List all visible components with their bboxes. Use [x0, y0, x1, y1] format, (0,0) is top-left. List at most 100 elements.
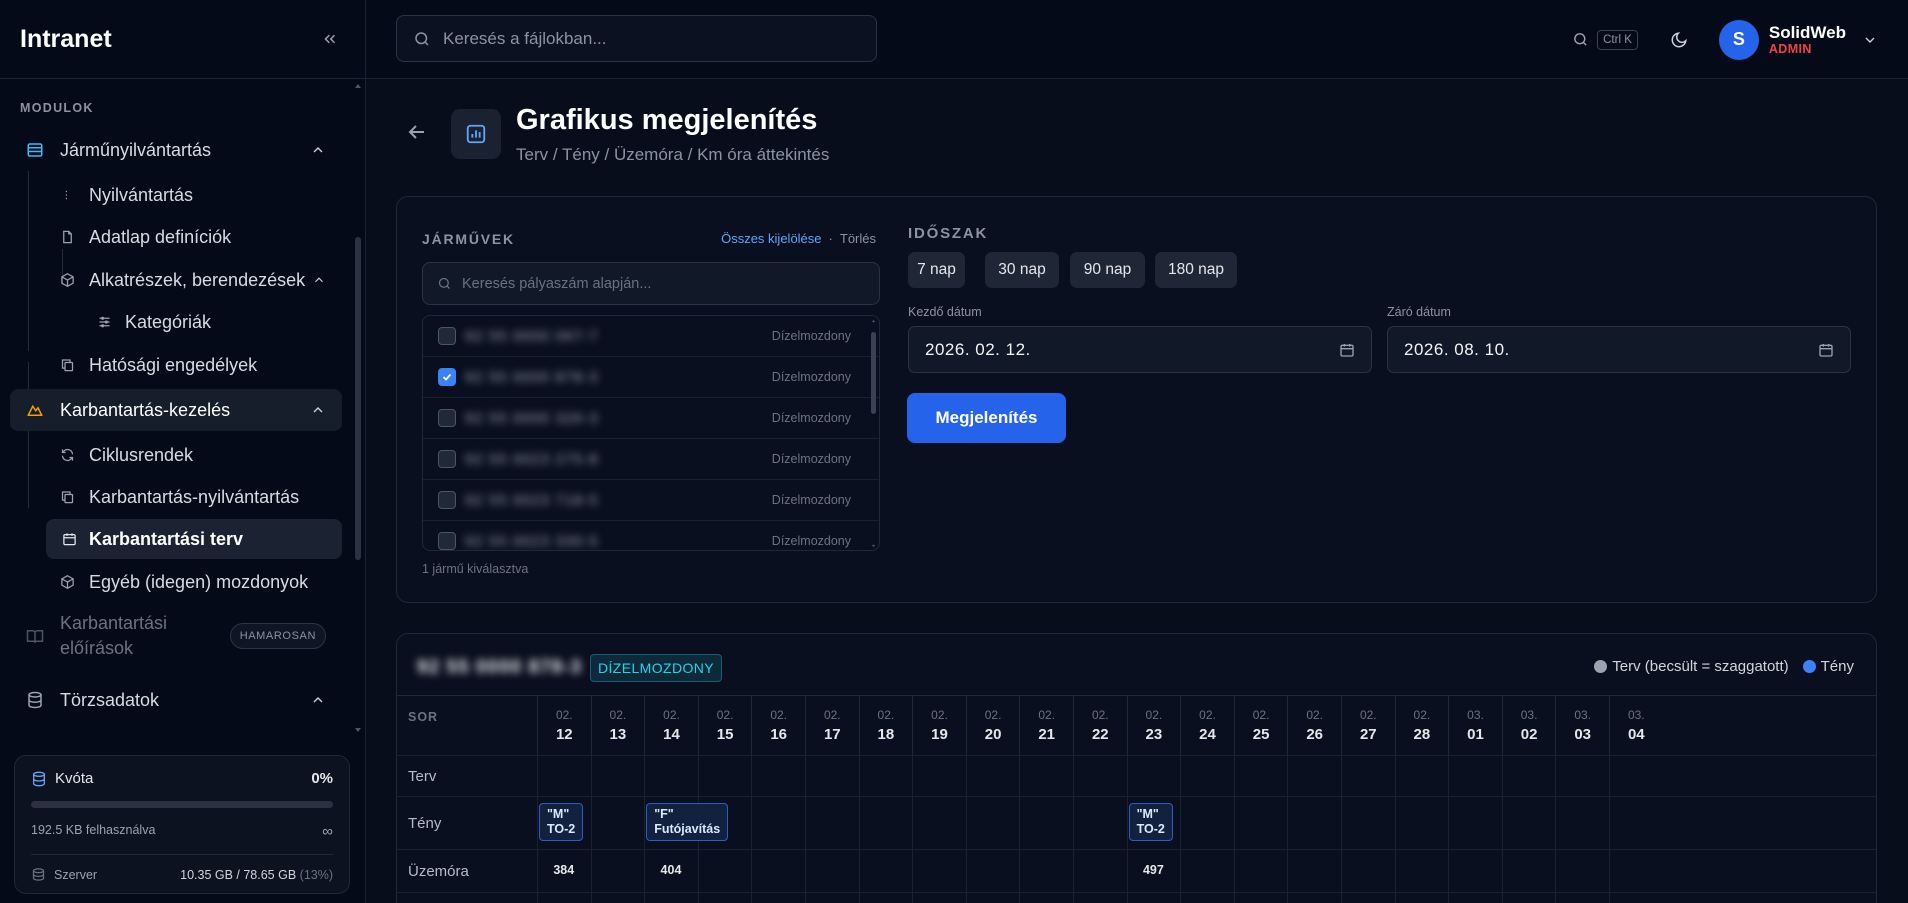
date-column-header: 03. 03: [1555, 696, 1609, 755]
column-day: 24: [1199, 726, 1216, 743]
sidebar-item-karbantartas-nyilvantartas[interactable]: Karbantartás-nyilvántartás: [10, 477, 342, 517]
date-column-header: 02. 26: [1287, 696, 1341, 755]
maintenance-event[interactable]: "M" TO-2: [1128, 803, 1173, 841]
date-column-header: 03. 01: [1448, 696, 1502, 755]
scrollbar-thumb[interactable]: [871, 332, 876, 414]
sidebar-item-alkatreszek[interactable]: Alkatrészek, berendezések: [10, 260, 342, 300]
scrollbar-thumb[interactable]: [355, 237, 361, 560]
maintenance-event[interactable]: "M" TO-2: [539, 803, 584, 841]
event-type: Futójavítás: [654, 822, 721, 836]
calendar-icon[interactable]: [1339, 342, 1355, 358]
vehicle-row[interactable]: 92 55 0023 718-5 Dízelmozdony: [423, 480, 879, 521]
vehicle-checkbox[interactable]: [438, 450, 456, 468]
sidebar-item-label: Karbantartási terv: [89, 528, 244, 549]
collapse-sidebar-icon[interactable]: [321, 30, 339, 48]
date-column-header: 02. 20: [965, 696, 1020, 755]
vehicle-checkbox[interactable]: [438, 409, 456, 427]
row-divider: [397, 796, 1876, 797]
chevron-up-icon: [312, 273, 326, 287]
sidebar-item-label: Karbantartás-kezelés: [60, 399, 231, 420]
quota-used: 192.5 KB felhasználva: [31, 823, 156, 837]
search-icon: [437, 276, 452, 291]
user-role: ADMIN: [1768, 42, 1812, 57]
calendar-icon[interactable]: [1818, 342, 1834, 358]
date-column-header: 02. 13: [590, 696, 645, 755]
row-divider: [397, 755, 1876, 756]
period-7-button[interactable]: 7 nap: [908, 252, 965, 288]
column-divider: [1287, 755, 1289, 903]
maintenance-event[interactable]: "F" Futójavítás: [646, 803, 729, 841]
column-day: 22: [1091, 726, 1109, 743]
global-search-input[interactable]: [443, 28, 863, 49]
vehicle-checkbox[interactable]: [438, 327, 456, 345]
vehicle-number: 92 55 0000 067-7: [465, 327, 599, 345]
vehicle-search[interactable]: [422, 262, 880, 305]
column-day: 12: [555, 726, 573, 743]
end-date-field[interactable]: 2026. 08. 10.: [1387, 326, 1851, 373]
start-date-field[interactable]: 2026. 02. 12.: [908, 326, 1372, 373]
vehicle-row[interactable]: 92 55 0000 878-3 Dízelmozdony: [423, 357, 879, 398]
sidebar-item-ciklusrendek[interactable]: Ciklusrendek: [10, 435, 342, 475]
period-90-button[interactable]: 90 nap: [1070, 252, 1145, 288]
vehicle-checkbox[interactable]: [438, 532, 456, 550]
column-divider: [1019, 755, 1021, 903]
period-30-button[interactable]: 30 nap: [985, 252, 1059, 288]
operating-hours-value: 384: [553, 863, 575, 877]
user-name: SolidWeb: [1768, 22, 1846, 42]
date-column-header: 02. 23: [1126, 696, 1181, 755]
show-button[interactable]: Megjelenítés: [907, 393, 1066, 443]
server-label: Szerver: [54, 867, 98, 882]
sidebar-item-jarmunyilvantartas[interactable]: Járműnyilvántartás: [10, 130, 342, 170]
vehicle-row[interactable]: 92 55 0023 330-5 Dízelmozdony: [423, 521, 879, 550]
sidebar-item-torzsadatok[interactable]: Törzsadatok: [10, 680, 342, 720]
search-icon[interactable]: [1572, 31, 1589, 48]
sidebar-item-egyeb-mozdonyok[interactable]: Egyéb (idegen) mozdonyok: [10, 562, 342, 602]
vehicle-checkbox[interactable]: [438, 491, 456, 509]
page-subtitle: Terv / Tény / Üzemóra / Km óra áttekinté…: [516, 145, 830, 164]
period-180-button[interactable]: 180 nap: [1155, 252, 1237, 288]
row-label-uzemora: Üzemóra: [408, 863, 469, 880]
sidebar-item-karbantartasi-terv[interactable]: Karbantartási terv: [46, 519, 342, 559]
date-column-header: 02. 14: [644, 696, 698, 755]
nav-section-title: MODULOK: [20, 101, 94, 115]
start-date-label: Kezdő dátum: [908, 305, 982, 319]
column-divider: [1555, 755, 1557, 903]
sidebar-item-karbantartas-kezeles[interactable]: Karbantartás-kezelés: [10, 389, 342, 431]
row-divider: [397, 849, 1876, 850]
column-day: 18: [877, 726, 895, 743]
sidebar-item-hatosagi-engedelyek[interactable]: Hatósági engedélyek: [10, 345, 342, 385]
column-month: 03.: [1574, 708, 1592, 722]
moon-icon[interactable]: [1670, 31, 1688, 49]
date-column-header: 02. 28: [1394, 696, 1449, 755]
select-all-link[interactable]: Összes kijelölése: [721, 231, 821, 246]
event-code: "F": [654, 807, 674, 821]
column-divider: [912, 755, 914, 903]
column-month: 02.: [1145, 708, 1163, 722]
vehicle-row[interactable]: 92 55 0023 275-8 Dízelmozdony: [423, 439, 879, 480]
sidebar-item-nyilvantartas[interactable]: Nyilvántartás: [10, 175, 342, 215]
global-search[interactable]: [396, 15, 877, 62]
sidebar-item-adatlap-definiciok[interactable]: Adatlap definíciók: [10, 217, 342, 257]
vehicle-row[interactable]: 92 55 0000 067-7 Dízelmozdony: [423, 316, 879, 357]
row-label-teny: Tény: [408, 815, 442, 832]
clear-link[interactable]: Törlés: [840, 231, 876, 246]
sidebar-scrollbar[interactable]: [352, 79, 364, 737]
vehicle-list-scrollbar[interactable]: [870, 319, 877, 548]
user-menu[interactable]: S SolidWeb ADMIN: [1718, 19, 1878, 60]
column-divider: [644, 755, 646, 903]
column-divider: [1341, 755, 1342, 903]
sidebar-item-kategoriak[interactable]: Kategóriák: [10, 302, 342, 342]
vehicle-checkbox[interactable]: [438, 368, 456, 386]
column-month: 02.: [877, 708, 895, 722]
legend-plan-dot: [1594, 660, 1608, 673]
coming-soon-badge: HAMAROSAN: [229, 623, 326, 649]
vehicle-row[interactable]: 92 55 0000 326-3 Dízelmozdony: [423, 398, 879, 439]
file-icon: [60, 230, 75, 245]
timeline-card: 92 55 0000 878-3 DÍZELMOZDONY Terv (becs…: [396, 633, 1877, 903]
column-month: 02.: [770, 708, 788, 722]
vehicle-search-input[interactable]: [462, 275, 862, 292]
box-icon: [60, 575, 75, 590]
column-month: 02.: [1091, 708, 1109, 722]
back-arrow-icon[interactable]: [405, 120, 429, 144]
sidebar-item-label: Alkatrészek, berendezések: [89, 269, 306, 290]
